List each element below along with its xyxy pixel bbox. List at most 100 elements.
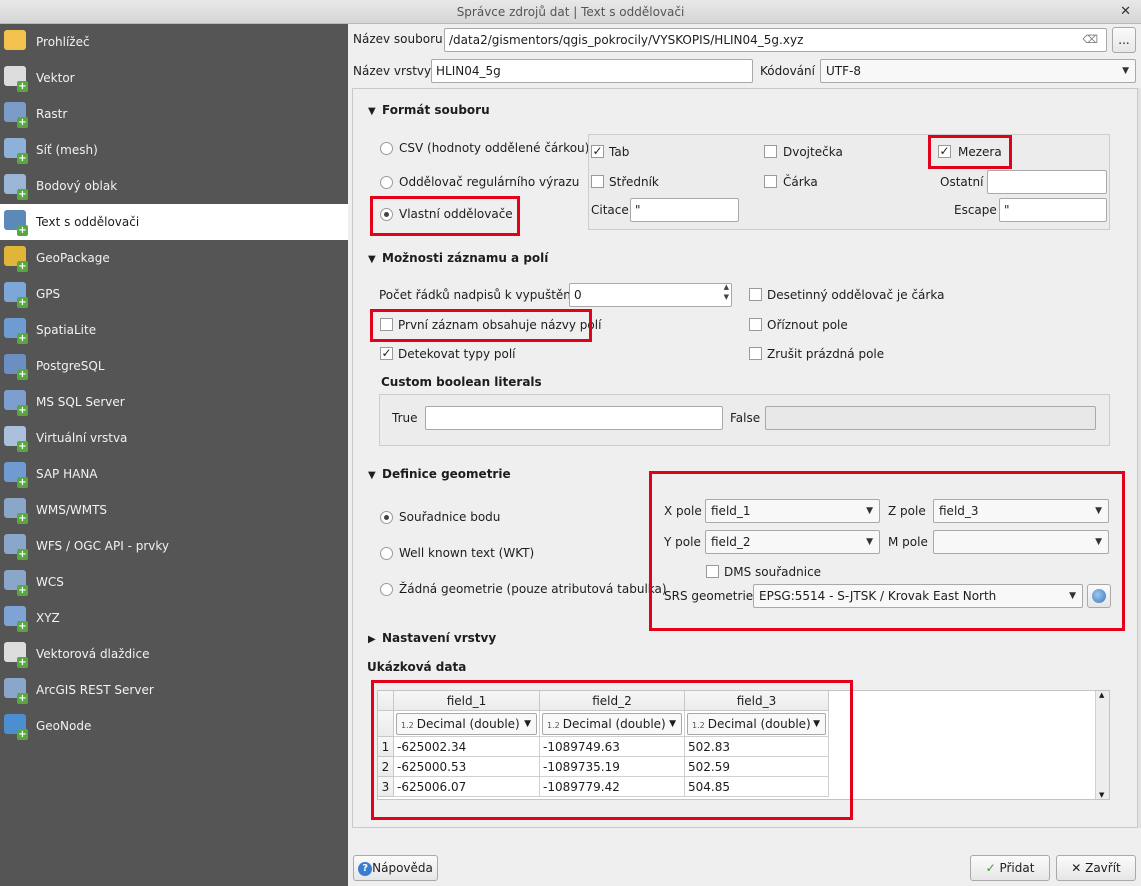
no-geometry-label: Žádná geometrie (pouze atributová tabulk…	[399, 582, 667, 596]
semicolon-checkbox[interactable]	[591, 175, 604, 188]
highlight-custom-delimiter	[370, 196, 520, 236]
add-badge-icon: +	[17, 81, 28, 92]
help-button[interactable]: ? Nápověda	[353, 855, 438, 881]
format-section-header[interactable]: ▼ Formát souboru	[368, 103, 490, 117]
sidebar-item-mssql[interactable]: + MS SQL Server	[0, 384, 348, 420]
discard-empty-checkbox[interactable]	[749, 347, 762, 360]
source-sidebar: Prohlížeč + Vektor + Rastr + Síť (mesh) + Bodový…	[0, 24, 348, 886]
sidebar-item-mesh[interactable]: + Síť (mesh)	[0, 132, 348, 168]
mssql-icon: +	[4, 390, 30, 416]
sidebar-item-label: GPS	[36, 287, 61, 301]
scroll-up-icon[interactable]: ▲	[1099, 691, 1104, 699]
geonode-icon: +	[4, 714, 30, 740]
add-badge-icon: +	[17, 549, 28, 560]
wfs-icon: +	[4, 534, 30, 560]
add-badge-icon: +	[17, 621, 28, 632]
sidebar-item-sap-hana[interactable]: + SAP HANA	[0, 456, 348, 492]
sidebar-item-vector-tile[interactable]: + Vektorová dlaždice	[0, 636, 348, 672]
layer-settings-title: Nastavení vrstvy	[382, 631, 497, 645]
sidebar-item-label: MS SQL Server	[36, 395, 125, 409]
wkt-radio[interactable]	[380, 547, 393, 560]
true-label: True	[392, 411, 418, 425]
sidebar-item-wfs[interactable]: + WFS / OGC API - prvky	[0, 528, 348, 564]
file-name-label: Název souboru	[353, 32, 443, 46]
folder-icon-shape	[4, 30, 26, 50]
trim-checkbox[interactable]	[749, 318, 762, 331]
quote-input[interactable]: "	[630, 198, 739, 222]
sidebar-item-xyz[interactable]: + XYZ	[0, 600, 348, 636]
folder-icon	[4, 30, 30, 54]
records-section-title: Možnosti záznamu a polí	[382, 251, 549, 265]
highlight-first-record	[370, 309, 592, 342]
skip-lines-label: Počet řádků nadpisů k vypuštění	[379, 288, 575, 302]
no-geometry-radio[interactable]	[380, 583, 393, 596]
other-input[interactable]	[987, 170, 1107, 194]
sidebar-item-delimited-text[interactable]: + Text s oddělovači	[0, 204, 348, 240]
sidebar-item-raster[interactable]: + Rastr	[0, 96, 348, 132]
add-badge-icon: +	[17, 369, 28, 380]
add-badge-icon: +	[17, 729, 28, 740]
colon-checkbox[interactable]	[764, 145, 777, 158]
discard-empty-label: Zrušit prázdná pole	[767, 347, 885, 361]
sidebar-item-geonode[interactable]: + GeoNode	[0, 708, 348, 744]
sidebar-item-virtual-layer[interactable]: + Virtuální vrstva	[0, 420, 348, 456]
sidebar-item-wms[interactable]: + WMS/WMTS	[0, 492, 348, 528]
detect-types-checkbox[interactable]: ✓	[380, 347, 393, 360]
sidebar-item-label: Text s oddělovači	[36, 215, 140, 229]
decimal-comma-label: Desetinný oddělovač je čárka	[767, 288, 945, 302]
layer-name-input[interactable]: HLIN04_5g	[431, 59, 753, 83]
tab-checkbox[interactable]: ✓	[591, 145, 604, 158]
browse-button[interactable]: ...	[1112, 27, 1136, 53]
point-coords-radio[interactable]	[380, 511, 393, 524]
comma-checkbox[interactable]	[764, 175, 777, 188]
point-coords-label: Souřadnice bodu	[399, 510, 501, 524]
sidebar-item-wcs[interactable]: + WCS	[0, 564, 348, 600]
wcs-icon: +	[4, 570, 30, 596]
geometry-section-title: Definice geometrie	[382, 467, 511, 481]
regex-radio[interactable]	[380, 176, 393, 189]
sidebar-item-gps[interactable]: + GPS	[0, 276, 348, 312]
escape-input[interactable]: "	[999, 198, 1107, 222]
sidebar-item-label: SAP HANA	[36, 467, 98, 481]
file-name-input[interactable]: /data2/gismentors/qgis_pokrocily/VYSKOPI…	[444, 28, 1107, 52]
sidebar-item-geopackage[interactable]: + GeoPackage	[0, 240, 348, 276]
sidebar-item-point-cloud[interactable]: + Bodový oblak	[0, 168, 348, 204]
encoding-select[interactable]: UTF-8 ▼	[820, 59, 1136, 83]
close-button[interactable]: ✕ Zavřít	[1056, 855, 1136, 881]
skip-lines-value: 0	[574, 288, 582, 302]
sidebar-item-vector[interactable]: + Vektor	[0, 60, 348, 96]
skip-lines-spinbox[interactable]: 0 ▲ ▼	[569, 283, 732, 307]
geometry-section-header[interactable]: ▼ Definice geometrie	[368, 467, 511, 481]
sidebar-item-label: Bodový oblak	[36, 179, 118, 193]
sidebar-item-label: Vektorová dlaždice	[36, 647, 150, 661]
sidebar-item-arcgis[interactable]: + ArcGIS REST Server	[0, 672, 348, 708]
collapse-arrow-icon: ▼	[368, 254, 376, 265]
clear-icon[interactable]: ⌫	[1082, 29, 1098, 51]
decimal-comma-checkbox[interactable]	[749, 288, 762, 301]
true-input[interactable]	[425, 406, 723, 430]
sidebar-item-label: Prohlížeč	[36, 35, 90, 49]
close-icon: ✕	[1071, 861, 1082, 875]
scroll-down-icon[interactable]: ▼	[1099, 791, 1104, 799]
help-icon: ?	[358, 861, 373, 876]
records-section-header[interactable]: ▼ Možnosti záznamu a polí	[368, 251, 548, 265]
false-input[interactable]	[765, 406, 1096, 430]
encoding-label: Kódování	[760, 64, 815, 78]
spin-arrows-icon[interactable]: ▲ ▼	[724, 284, 729, 302]
preview-scrollbar[interactable]: ▲ ▼	[1095, 691, 1109, 799]
semicolon-label: Středník	[609, 175, 659, 189]
escape-label: Escape	[954, 203, 997, 217]
window-close-icon[interactable]: ✕	[1120, 0, 1131, 24]
sidebar-item-postgresql[interactable]: + PostgreSQL	[0, 348, 348, 384]
postgresql-icon: +	[4, 354, 30, 380]
csv-radio[interactable]	[380, 142, 393, 155]
add-button[interactable]: ✓ Přidat	[970, 855, 1050, 881]
add-badge-icon: +	[17, 585, 28, 596]
mesh-icon: +	[4, 138, 30, 164]
sidebar-item-folder[interactable]: Prohlížeč	[0, 24, 348, 60]
sidebar-item-spatialite[interactable]: + SpatiaLite	[0, 312, 348, 348]
add-badge-icon: +	[17, 405, 28, 416]
layer-settings-header[interactable]: ▶ Nastavení vrstvy	[368, 631, 496, 645]
geopackage-icon: +	[4, 246, 30, 272]
add-badge-icon: +	[17, 297, 28, 308]
